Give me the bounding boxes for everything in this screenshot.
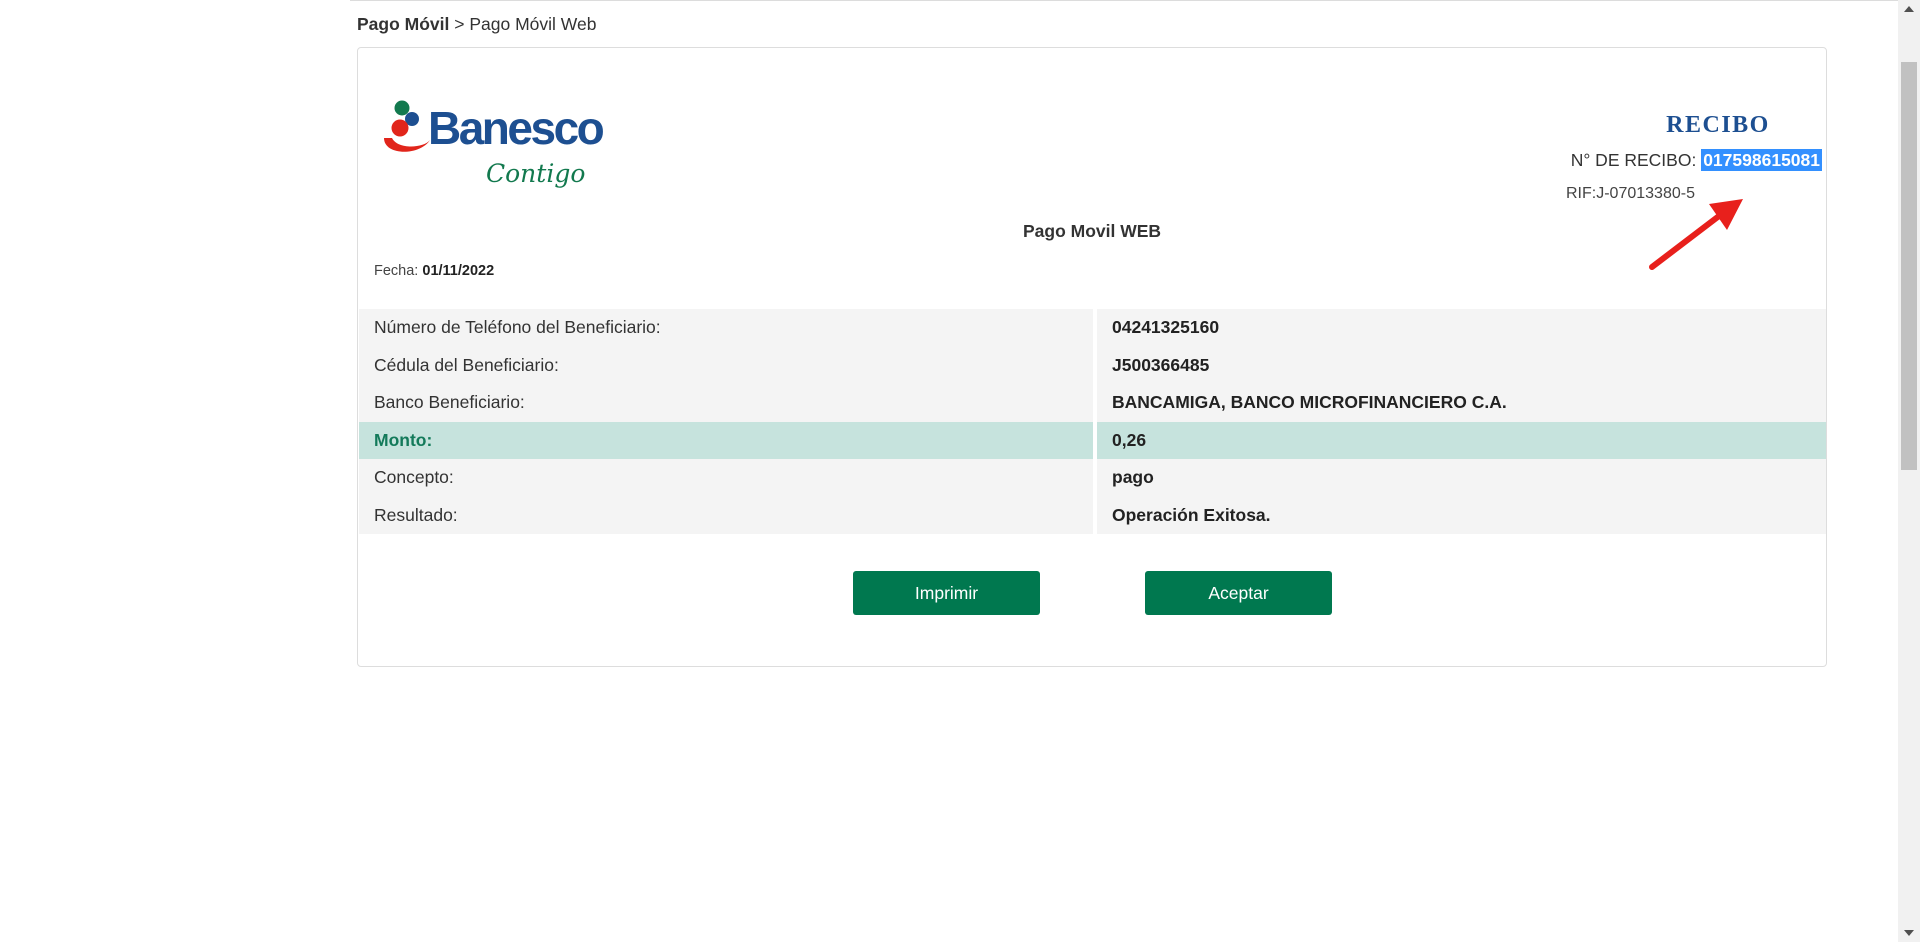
receipt-number-line: N° DE RECIBO: 017598615081 [1570, 149, 1822, 171]
brand-tagline: Contigo [486, 159, 585, 188]
breadcrumb-separator: > [454, 14, 465, 34]
breadcrumb: Pago Móvil > Pago Móvil Web [357, 14, 596, 35]
concept-label: Concepto: [359, 459, 1093, 497]
phone-label: Número de Teléfono del Beneficiario: [359, 309, 1093, 347]
result-label: Resultado: [359, 496, 1093, 534]
id-value: J500366485 [1097, 346, 1826, 384]
print-button[interactable]: Imprimir [853, 571, 1040, 615]
table-row: Cédula del Beneficiario: J500366485 [359, 346, 1826, 384]
amount-label: Monto: [359, 421, 1093, 459]
document-title: Pago Movil WEB [1022, 221, 1162, 241]
id-label: Cédula del Beneficiario: [359, 346, 1093, 384]
accept-button[interactable]: Aceptar [1145, 571, 1332, 615]
date-label: Fecha: [374, 263, 419, 279]
receipt-title: RECIBO [1666, 112, 1770, 138]
breadcrumb-root[interactable]: Pago Móvil [357, 14, 449, 34]
bank-label: Banco Beneficiario: [359, 384, 1093, 422]
vertical-scrollbar[interactable] [1898, 0, 1920, 942]
result-value: Operación Exitosa. [1097, 496, 1826, 534]
breadcrumb-current: Pago Móvil Web [469, 14, 597, 34]
phone-value: 04241325160 [1097, 309, 1826, 347]
concept-value: pago [1097, 459, 1826, 497]
table-row: Concepto: pago [359, 459, 1826, 497]
receipt-number[interactable]: 017598615081 [1701, 149, 1822, 171]
receipt-card: Banesco Contigo RECIBO N° DE RECIBO: 017… [357, 47, 1827, 667]
brand-name: Banesco [428, 102, 604, 154]
table-row: Resultado: Operación Exitosa. [359, 496, 1826, 534]
table-row-amount: Monto: 0,26 [359, 421, 1826, 459]
date-line: Fecha: 01/11/2022 [374, 263, 494, 279]
top-divider [350, 0, 1900, 1]
scrollbar-thumb[interactable] [1901, 62, 1917, 470]
scroll-down-icon[interactable] [1904, 930, 1914, 936]
table-row: Banco Beneficiario: BANCAMIGA, BANCO MIC… [359, 384, 1826, 422]
table-row: Número de Teléfono del Beneficiario: 042… [359, 309, 1826, 347]
amount-value: 0,26 [1097, 421, 1826, 459]
receipt-number-label: N° DE RECIBO: [1570, 150, 1697, 170]
banesco-logo: Banesco Contigo [382, 98, 622, 198]
details-table: Número de Teléfono del Beneficiario: 042… [359, 309, 1826, 534]
bank-value: BANCAMIGA, BANCO MICROFINANCIERO C.A. [1097, 384, 1826, 422]
scroll-up-icon[interactable] [1904, 6, 1914, 12]
date-value: 01/11/2022 [422, 263, 495, 279]
